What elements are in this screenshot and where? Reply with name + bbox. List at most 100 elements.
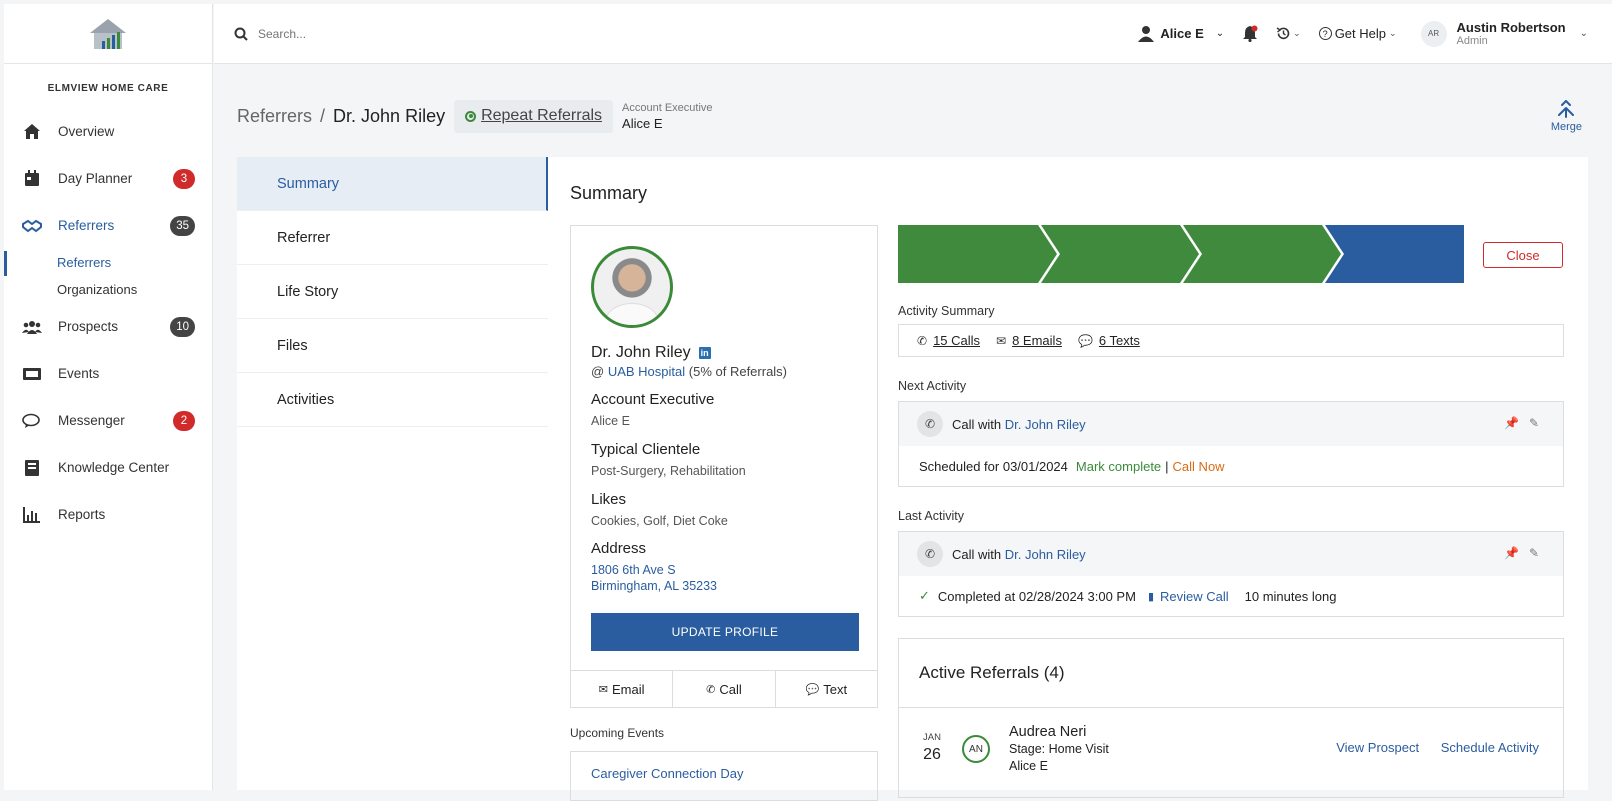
upcoming-events-label: Upcoming Events [570,726,665,740]
address-line-2[interactable]: Birmingham, AL 35233 [591,579,717,593]
tab-life-story[interactable]: Life Story [237,265,548,319]
page-title: Dr. John Riley [333,106,446,126]
sidebar-item-label: Referrers [58,218,115,233]
bar-chart-icon [22,505,42,525]
phone-icon: ✆ [917,333,928,348]
sidebar-item-day-planner[interactable]: Day Planner 3 [4,155,212,202]
last-activity-card: ✆ Call with Dr. John Riley 📌 ✎ ✓ Complet… [898,531,1564,617]
phone-icon: ✆ [917,411,943,437]
sidebar-item-knowledge-center[interactable]: Knowledge Center [4,444,212,491]
tab-referrer[interactable]: Referrer [237,211,548,265]
org-prefix: @ [591,364,605,379]
top-bar: Alice E ⌄ ⌄ ? Get Help ⌄ AR Austin Rober… [214,4,1612,64]
calls-count-link[interactable]: ✆ 15 Calls [917,333,980,348]
section-tabs: Summary Referrer Life Story Files Activi… [237,157,548,790]
stage-status-icon [465,110,477,122]
sidebar-item-overview[interactable]: Overview [4,108,212,155]
sidebar-item-referrers[interactable]: Referrers 35 [4,202,212,249]
update-profile-button[interactable]: UPDATE PROFILE [591,613,859,651]
tab-files[interactable]: Files [237,319,548,373]
stage-label-1: Early [1114,170,1145,185]
contact-actions: ✉ Email ✆ Call 💬 Text [571,670,877,707]
mark-complete-link[interactable]: Mark complete [1076,459,1161,474]
search-input[interactable] [258,26,658,41]
email-button[interactable]: ✉ Email [571,671,674,707]
pin-icon[interactable]: 📌 [1504,416,1519,430]
sidebar-item-prospects[interactable]: Prospects 10 [4,303,212,350]
calendar-icon [22,169,42,189]
sidebar-item-label: Reports [58,507,106,522]
pipeline-stage-early-engagement[interactable]: Early Engagement [1060,157,1199,215]
pipeline-stage-first-referral-shape[interactable] [1183,225,1341,283]
chevron-down-icon: ⌄ [1579,28,1588,39]
logo[interactable] [4,4,212,64]
comment-icon: 💬 [805,683,820,696]
pipeline-stage-repeat-referrals-shape[interactable] [1325,225,1464,283]
call-duration: 10 minutes long [1244,588,1337,604]
history-button[interactable]: ⌄ [1276,26,1301,41]
profile-address: Address 1806 6th Ave S Birmingham, AL 35… [591,540,717,594]
tab-activities[interactable]: Activities [237,373,548,427]
activity-details: ✓ Completed at 02/28/2024 3:00 PM ▮ Revi… [899,576,1563,616]
schedule-activity-link[interactable]: Schedule Activity [1441,740,1539,755]
chevron-down-icon: ⌄ [1389,28,1397,38]
emails-count-link[interactable]: ✉ 8 Emails [996,333,1062,348]
stage-badge[interactable]: Repeat Referrals [454,100,614,133]
sidebar-item-reports[interactable]: Reports [4,491,212,538]
comment-icon: ▮ [1147,590,1154,603]
call-now-link[interactable]: Call Now [1173,459,1225,474]
pipeline-stage-new-shape[interactable] [898,225,1057,283]
tab-summary[interactable]: Summary [237,157,548,211]
linkedin-icon[interactable]: in [698,347,711,359]
separator: | [1165,458,1169,474]
question-icon: ? [1318,27,1332,40]
call-button[interactable]: ✆ Call [673,671,776,707]
address-line-1[interactable]: 1806 6th Ave S [591,563,676,577]
edit-icon[interactable]: ✎ [1529,546,1539,560]
referral-share: (5% of Referrals) [688,364,788,379]
sidebar-item-messenger[interactable]: Messenger 2 [4,397,212,444]
referral-day: 26 [923,746,941,763]
sidebar-subitem-referrers[interactable]: Referrers [4,249,212,276]
text-button[interactable]: 💬 Text [776,671,877,707]
user-menu[interactable]: AR Austin Robertson Admin ⌄ [1420,20,1588,47]
notifications-button[interactable] [1242,25,1258,42]
field-label: Likes [591,491,627,508]
envelope-icon: ✉ [996,333,1007,348]
stage-label-1: First [1258,170,1285,185]
home-icon [22,122,42,142]
upcoming-event-link[interactable]: Caregiver Connection Day [591,766,743,781]
organization-link[interactable]: UAB Hospital [608,364,685,379]
texts-count: 6 Texts [1098,333,1140,348]
edit-icon[interactable]: ✎ [1529,416,1539,430]
book-icon [22,458,42,478]
referral-date: JAN 26 [923,732,941,764]
view-prospect-link[interactable]: View Prospect [1336,740,1419,755]
referrer-link[interactable]: Dr. John Riley [1005,547,1086,562]
top-right-controls: Alice E ⌄ ⌄ ? Get Help ⌄ AR Austin Rober… [1120,4,1588,64]
help-button[interactable]: ? Get Help ⌄ [1318,26,1397,41]
account-switcher[interactable]: Alice E ⌄ [1138,25,1224,42]
referrer-link[interactable]: Dr. John Riley [1005,417,1086,432]
activity-details: Scheduled for 03/01/2024 Mark complete |… [899,446,1563,486]
texts-count-link[interactable]: 💬 6 Texts [1078,333,1140,348]
search-icon [234,27,248,41]
pin-icon[interactable]: 📌 [1504,546,1519,560]
close-button[interactable]: Close [1483,242,1563,268]
phone-icon: ✆ [917,541,943,567]
profile-account-executive: Account Executive Alice E [591,391,714,429]
activity-header: ✆ Call with Dr. John Riley 📌 ✎ [899,532,1563,576]
pipeline-stage-new[interactable]: New [898,157,1057,215]
pipeline-stage-repeat-referrals[interactable]: Repeat Referrals [1344,157,1464,215]
pipeline-stage-first-referral[interactable]: First Referral [1202,157,1341,215]
breadcrumb-separator: / [320,106,326,126]
sidebar-item-label: Events [58,366,100,381]
merge-button[interactable]: Merge [1551,100,1582,133]
sidebar-item-events[interactable]: Events [4,350,212,397]
review-call-link[interactable]: Review Call [1160,589,1229,604]
chevron-down-icon: ⌄ [1215,28,1225,39]
breadcrumb-root[interactable]: Referrers [237,106,312,127]
sidebar-subitem-organizations[interactable]: Organizations [4,276,212,303]
sidebar: ELMVIEW HOME CARE Overview Day Planner 3… [4,4,213,790]
pipeline-stage-early-engagement-shape[interactable] [1041,225,1199,283]
